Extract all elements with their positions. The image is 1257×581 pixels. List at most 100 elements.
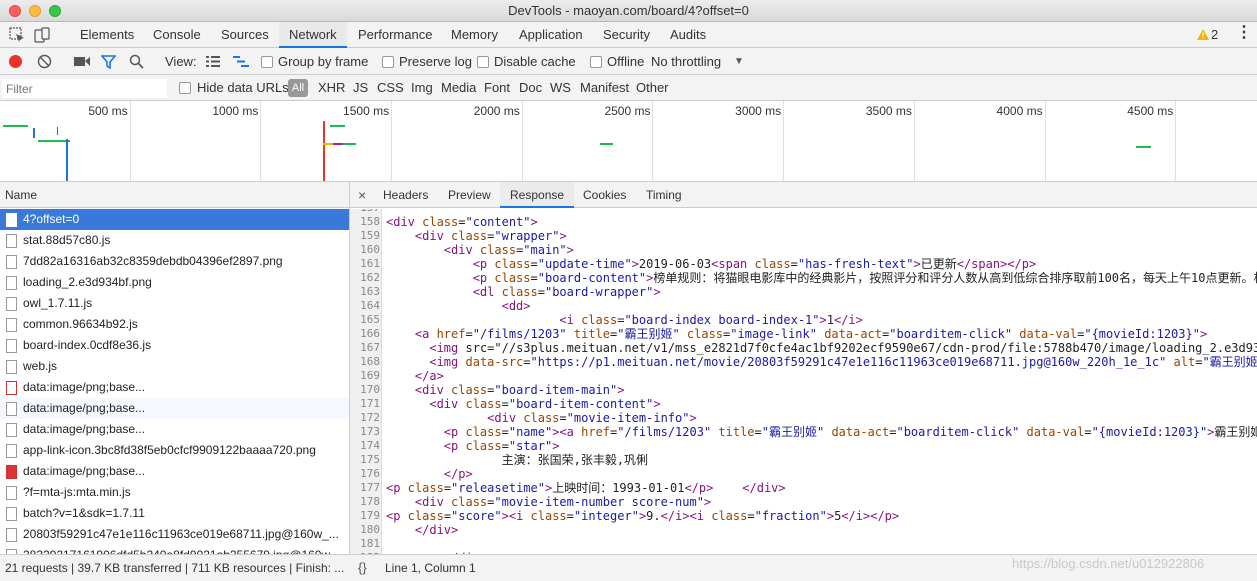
line-number: 159 <box>360 229 380 242</box>
request-name: batch?v=1&sdk=1.7.11 <box>23 506 145 520</box>
pretty-print-icon[interactable]: {} <box>358 555 367 581</box>
inspect-element-icon[interactable] <box>9 27 25 43</box>
file-icon <box>6 255 17 269</box>
more-menu-icon[interactable]: ⋮ <box>1236 22 1252 48</box>
request-row[interactable]: batch?v=1&sdk=1.7.11 <box>0 503 349 524</box>
request-row[interactable]: board-index.0cdf8e36.js <box>0 335 349 356</box>
filter-type-css[interactable]: CSS <box>377 75 404 101</box>
code-line: 170 <div class="board-item-main"> <box>350 383 1257 397</box>
timeline-bar <box>33 128 35 138</box>
request-row[interactable]: common.96634b92.js <box>0 314 349 335</box>
disable-cache-checkbox[interactable] <box>477 56 489 68</box>
waterfall-overview-icon[interactable] <box>233 56 249 67</box>
code-text: </p> <box>443 467 473 481</box>
filter-all-button[interactable]: All <box>288 79 308 97</box>
timeline-tick-label: 1000 ms <box>212 104 259 118</box>
response-source[interactable]: 157158<div class="content">159 <div clas… <box>350 209 1257 554</box>
code-text: <div class="main"> <box>443 243 574 257</box>
detail-tab-preview[interactable]: Preview <box>448 182 491 208</box>
filter-type-img[interactable]: Img <box>411 75 433 101</box>
tab-memory[interactable]: Memory <box>451 22 498 48</box>
tab-network[interactable]: Network <box>279 22 347 48</box>
line-number: 163 <box>360 285 380 298</box>
filter-icon[interactable] <box>101 54 116 69</box>
filter-type-xhr[interactable]: XHR <box>318 75 345 101</box>
filter-type-media[interactable]: Media <box>441 75 476 101</box>
request-row[interactable]: web.js <box>0 356 349 377</box>
large-rows-icon[interactable] <box>206 56 220 67</box>
request-row[interactable]: loading_2.e3d934bf.png <box>0 272 349 293</box>
filter-type-manifest[interactable]: Manifest <box>580 75 629 101</box>
tab-security[interactable]: Security <box>603 22 650 48</box>
request-name: stat.88d57c80.js <box>23 233 111 247</box>
record-icon[interactable] <box>9 55 22 68</box>
timeline-bar <box>600 143 613 145</box>
timeline-overview[interactable]: 500 ms 1000 ms 1500 ms 2000 ms 2500 ms 3000 m… <box>0 101 1257 182</box>
filter-type-js[interactable]: JS <box>353 75 368 101</box>
close-detail-icon[interactable]: × <box>358 182 366 208</box>
request-row[interactable]: 4?offset=0 <box>0 209 349 230</box>
code-line: 174 <p class="star"> <box>350 439 1257 453</box>
line-number: 172 <box>360 411 380 424</box>
filter-type-ws[interactable]: WS <box>550 75 571 101</box>
clear-icon[interactable] <box>37 54 52 69</box>
request-row[interactable]: 20803f59291c47e1e116c11963ce019e68711.jp… <box>0 524 349 545</box>
request-row[interactable]: data:image/png;base... <box>0 377 349 398</box>
filter-input[interactable] <box>2 79 167 98</box>
tab-elements[interactable]: Elements <box>80 22 134 48</box>
code-text: <div class="content"> <box>386 215 538 229</box>
offline-checkbox[interactable] <box>590 56 602 68</box>
line-number: 180 <box>360 523 380 536</box>
detail-tab-cookies[interactable]: Cookies <box>583 182 626 208</box>
request-row[interactable]: app-link-icon.3bc8fd38f5eb0cfcf9909122ba… <box>0 440 349 461</box>
tab-sources[interactable]: Sources <box>221 22 269 48</box>
request-row[interactable]: stat.88d57c80.js <box>0 230 349 251</box>
tab-audits[interactable]: Audits <box>670 22 706 48</box>
code-line: 172 <div class="movie-item-info"> <box>350 411 1257 425</box>
filter-type-doc[interactable]: Doc <box>519 75 542 101</box>
zoom-window-button[interactable] <box>49 5 61 17</box>
name-column-header[interactable]: Name <box>0 182 349 208</box>
line-number: 173 <box>360 425 380 438</box>
request-row[interactable]: ?f=mta-js:mta.min.js <box>0 482 349 503</box>
request-name: data:image/png;base... <box>23 401 146 415</box>
file-icon <box>6 234 17 248</box>
hide-data-urls-label: Hide data URLs <box>197 80 289 95</box>
code-line: 162 <p class="board-content">榜单规则：将猫眼电影库… <box>350 271 1257 285</box>
line-number: 162 <box>360 271 380 284</box>
hide-data-urls-checkbox[interactable] <box>179 82 191 94</box>
tab-console[interactable]: Console <box>153 22 201 48</box>
offline-label: Offline <box>607 54 645 69</box>
request-row[interactable]: 7dd82a16316ab32c8359debdb04396ef2897.png <box>0 251 349 272</box>
tab-performance[interactable]: Performance <box>358 22 432 48</box>
code-line: 169 </a> <box>350 369 1257 383</box>
filter-type-font[interactable]: Font <box>484 75 510 101</box>
throttling-select[interactable]: No throttling <box>651 48 721 75</box>
request-row[interactable]: data:image/png;base... <box>0 461 349 482</box>
warning-count[interactable]: 2 <box>1211 22 1218 48</box>
preserve-log-checkbox[interactable] <box>382 56 394 68</box>
request-name: ?f=mta-js:mta.min.js <box>23 485 131 499</box>
detail-tab-timing[interactable]: Timing <box>646 182 682 208</box>
device-toolbar-icon[interactable] <box>34 27 50 43</box>
request-name: web.js <box>23 359 58 373</box>
request-row[interactable]: data:image/png;base... <box>0 419 349 440</box>
request-name: 4?offset=0 <box>23 212 80 226</box>
detail-tab-headers[interactable]: Headers <box>383 182 428 208</box>
close-window-button[interactable] <box>9 5 21 17</box>
screenshot-camera-icon[interactable] <box>74 56 90 67</box>
minimize-window-button[interactable] <box>29 5 41 17</box>
warning-icon <box>1197 29 1209 40</box>
request-row[interactable]: data:image/png;base... <box>0 398 349 419</box>
request-name: data:image/png;base... <box>23 422 146 436</box>
line-number: 164 <box>360 299 380 312</box>
code-line: 161 <p class="update-time">2019-06-03<sp… <box>350 257 1257 271</box>
search-icon[interactable] <box>129 54 144 69</box>
tab-application[interactable]: Application <box>519 22 583 48</box>
detail-tab-response[interactable]: Response <box>500 182 575 208</box>
filter-type-other[interactable]: Other <box>636 75 669 101</box>
request-row[interactable]: owl_1.7.11.js <box>0 293 349 314</box>
group-by-frame-checkbox[interactable] <box>261 56 273 68</box>
code-line: 159 <div class="wrapper"> <box>350 229 1257 243</box>
throttling-dropdown-icon[interactable]: ▼ <box>734 48 744 75</box>
